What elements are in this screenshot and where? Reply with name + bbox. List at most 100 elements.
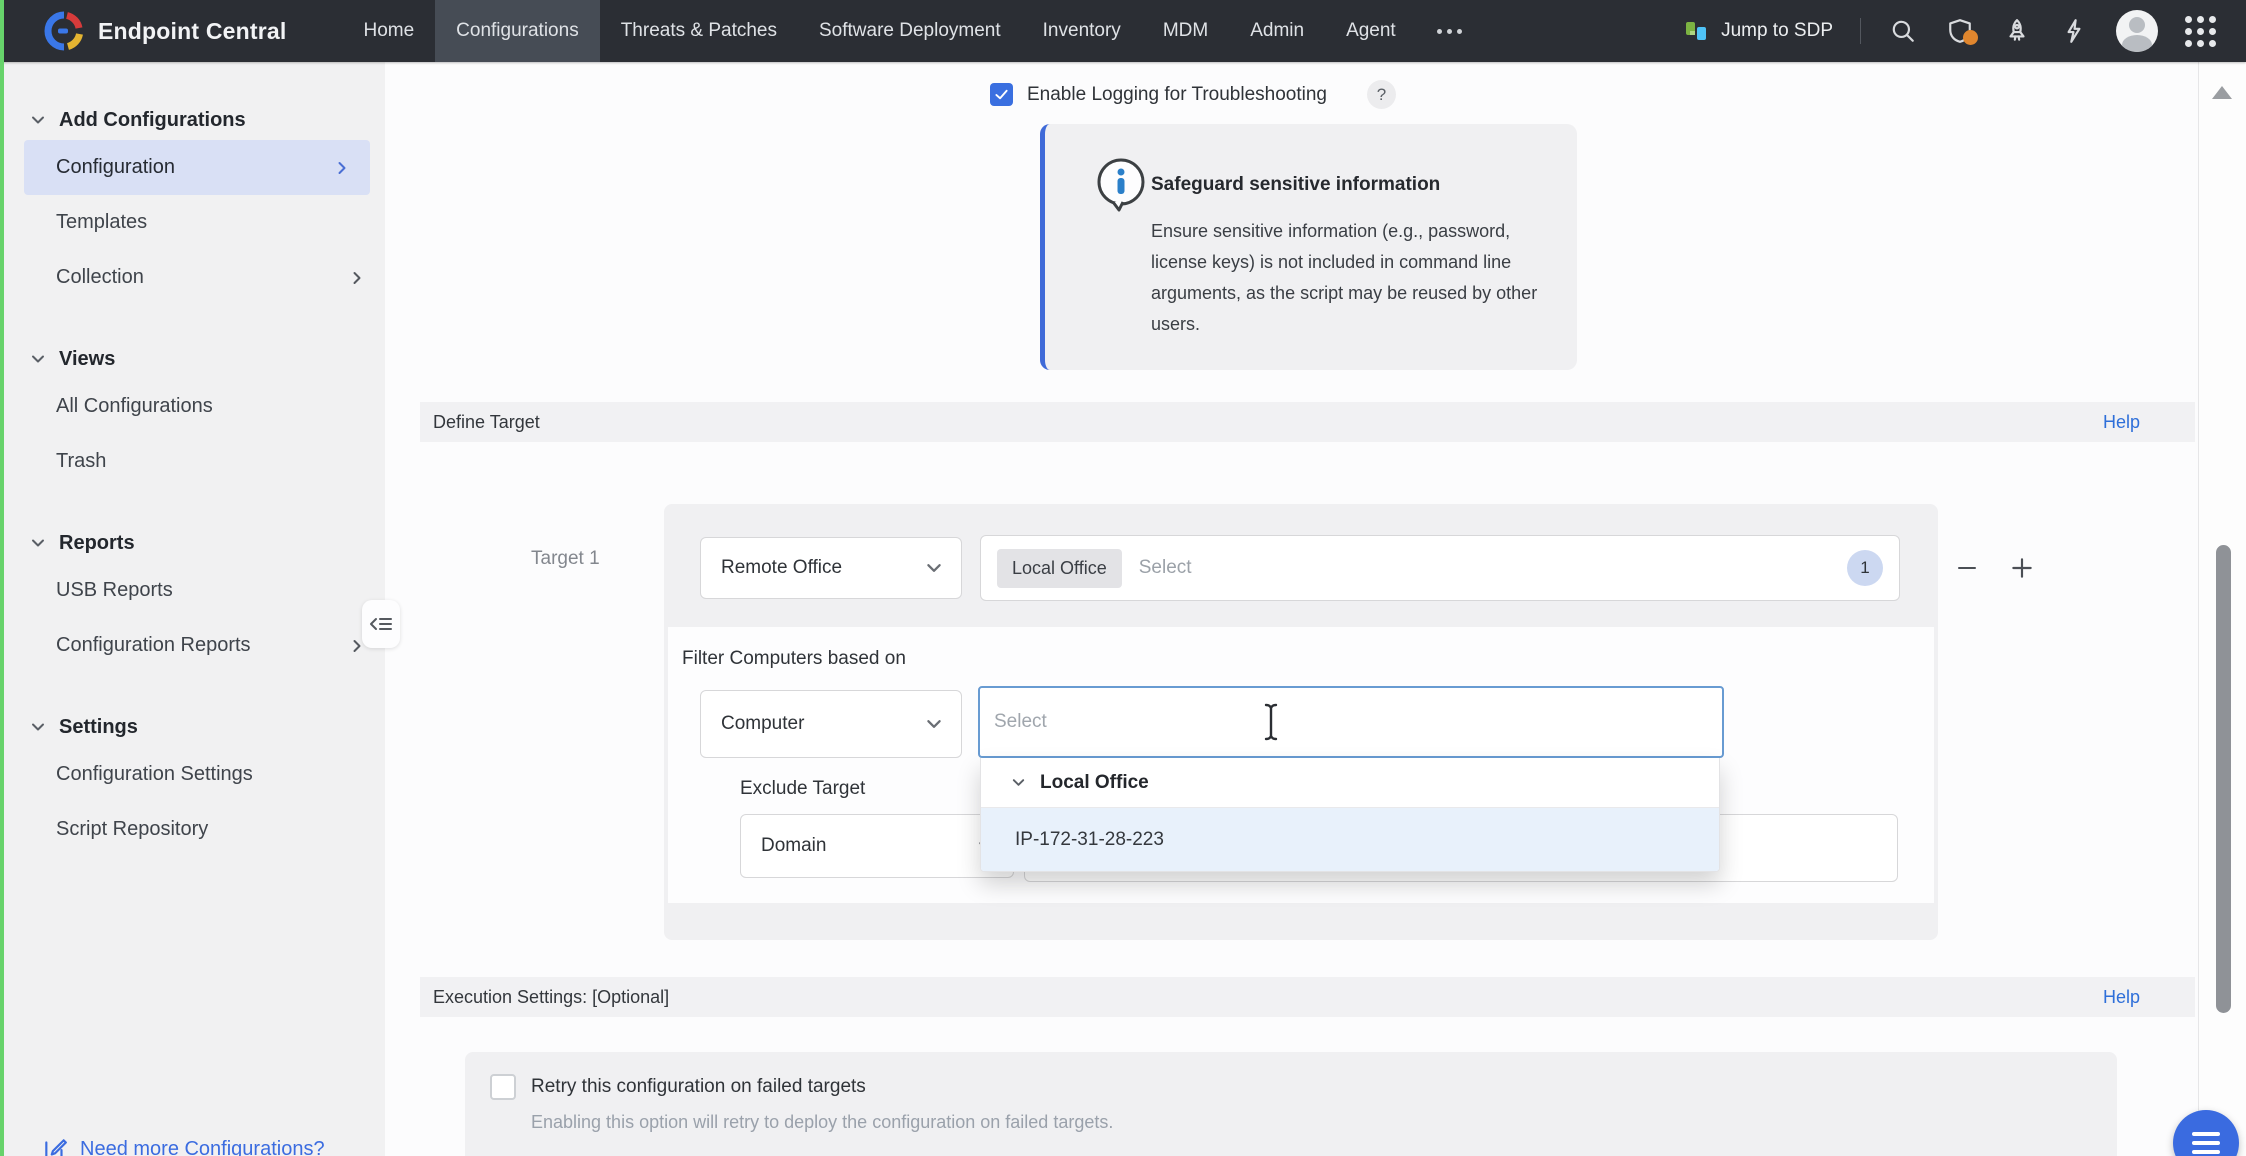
filter-type-dropdown[interactable]: Computer xyxy=(700,690,962,758)
sidebar-header-add-configurations[interactable]: Add Configurations xyxy=(4,100,385,140)
chevron-down-icon xyxy=(30,351,46,367)
nav-item-home[interactable]: Home xyxy=(342,0,435,62)
nav-item-mdm[interactable]: MDM xyxy=(1142,0,1229,62)
retry-checkbox[interactable] xyxy=(490,1074,516,1100)
exclude-type-dropdown[interactable]: Domain xyxy=(740,814,1014,878)
define-target-title: Define Target xyxy=(433,412,540,433)
execution-settings-help-link[interactable]: Help xyxy=(2103,987,2140,1008)
logging-option-row: Enable Logging for Troubleshooting ? xyxy=(990,80,1396,109)
endpoint-central-app: Endpoint Central Home Configurations Thr… xyxy=(0,0,2246,1156)
logging-label: Enable Logging for Troubleshooting xyxy=(1027,84,1327,106)
computer-select-field xyxy=(978,686,1724,758)
sidebar-item-templates[interactable]: Templates xyxy=(4,195,385,250)
define-target-help-link[interactable]: Help xyxy=(2103,412,2140,433)
brand[interactable]: Endpoint Central xyxy=(0,11,312,51)
sidebar-header-views[interactable]: Views xyxy=(4,339,385,379)
screen-share-border xyxy=(0,0,4,1156)
check-icon xyxy=(994,87,1009,102)
remove-target-button[interactable] xyxy=(1945,546,1989,590)
user-avatar[interactable] xyxy=(2116,10,2158,52)
text-cursor-icon xyxy=(1260,702,1282,742)
sidebar-item-collection[interactable]: Collection xyxy=(4,250,385,305)
sidebar-collapse-icon xyxy=(368,612,394,636)
info-bubble-icon xyxy=(1093,156,1149,214)
add-target-button[interactable] xyxy=(2000,546,2044,590)
nav-item-inventory[interactable]: Inventory xyxy=(1022,0,1142,62)
main-scrollbar[interactable] xyxy=(2198,62,2246,1156)
nav-item-agent[interactable]: Agent xyxy=(1325,0,1417,62)
nav-item-admin[interactable]: Admin xyxy=(1229,0,1325,62)
avatar-head xyxy=(2129,17,2145,33)
dropdown-group-local-office[interactable]: Local Office xyxy=(981,758,1719,808)
notification-dot xyxy=(1963,30,1978,45)
target-count-badge: 1 xyxy=(1847,550,1883,586)
need-more-configurations-link[interactable]: Need more Configurations? xyxy=(42,1136,325,1156)
chevron-down-icon xyxy=(30,112,46,128)
sidebar-header-reports[interactable]: Reports xyxy=(4,523,385,563)
sidebar-section-reports: Reports USB Reports Configuration Report… xyxy=(4,523,385,673)
jump-to-sdp-label: Jump to SDP xyxy=(1721,20,1833,42)
plus-icon xyxy=(2009,555,2035,581)
sidebar-item-configuration-reports[interactable]: Configuration Reports xyxy=(4,618,385,673)
target-type-dropdown[interactable]: Remote Office xyxy=(700,537,962,599)
rocket-icon[interactable] xyxy=(2002,16,2032,46)
nav-item-configurations[interactable]: Configurations xyxy=(435,0,600,62)
jump-to-sdp-icon xyxy=(1684,18,1710,44)
sidebar-section-add-configurations: Add Configurations Configuration Templat… xyxy=(4,100,385,305)
retry-option-card: Retry this configuration on failed targe… xyxy=(465,1052,2117,1156)
sidebar-header-settings[interactable]: Settings xyxy=(4,707,385,747)
chevron-down-icon xyxy=(925,559,943,577)
chat-menu-icon xyxy=(2192,1132,2220,1136)
sidebar-item-all-configurations[interactable]: All Configurations xyxy=(4,379,385,434)
nav-item-threats-patches[interactable]: Threats & Patches xyxy=(600,0,798,62)
info-card: Safeguard sensitive information Ensure s… xyxy=(1040,124,1577,370)
execution-settings-header: Execution Settings: [Optional] Help xyxy=(420,977,2195,1017)
apps-grid-icon[interactable] xyxy=(2185,16,2216,47)
define-target-header: Define Target Help xyxy=(420,402,2195,442)
sidebar-collapse-button[interactable] xyxy=(362,600,400,648)
local-office-tag[interactable]: Local Office xyxy=(997,549,1122,588)
sidebar-item-configuration[interactable]: Configuration xyxy=(24,140,370,195)
info-card-body: Ensure sensitive information (e.g., pass… xyxy=(1151,216,1551,340)
security-shield-icon[interactable] xyxy=(1945,16,1975,46)
target1-label: Target 1 xyxy=(531,548,600,570)
navbar-right-cluster: Jump to SDP xyxy=(1684,10,2246,52)
nav-item-software-deployment[interactable]: Software Deployment xyxy=(798,0,1022,62)
sidebar-item-script-repository[interactable]: Script Repository xyxy=(4,802,385,857)
chevron-right-icon xyxy=(334,160,350,176)
sidebar-item-usb-reports[interactable]: USB Reports xyxy=(4,563,385,618)
main-nav: Home Configurations Threats & Patches So… xyxy=(342,0,1481,62)
scroll-up-icon[interactable] xyxy=(2212,86,2232,99)
bolt-icon[interactable] xyxy=(2059,16,2089,46)
logging-checkbox[interactable] xyxy=(990,83,1013,106)
sidebar-item-configuration-settings[interactable]: Configuration Settings xyxy=(4,747,385,802)
search-icon[interactable] xyxy=(1888,16,1918,46)
remote-office-select[interactable]: Local Office Select 1 xyxy=(980,535,1900,601)
edit-icon xyxy=(42,1136,68,1156)
retry-label: Retry this configuration on failed targe… xyxy=(531,1076,866,1098)
minus-icon xyxy=(1955,556,1979,580)
scope-select-placeholder: Select xyxy=(1139,557,1192,579)
chevron-down-icon xyxy=(30,719,46,735)
nav-divider xyxy=(1860,18,1861,44)
scrollbar-thumb[interactable] xyxy=(2216,545,2231,1013)
main-content: Enable Logging for Troubleshooting ? Saf… xyxy=(385,62,2246,1156)
top-navbar: Endpoint Central Home Configurations Thr… xyxy=(0,0,2246,62)
chevron-down-icon xyxy=(925,715,943,733)
filter-computers-label: Filter Computers based on xyxy=(682,648,906,670)
info-card-title: Safeguard sensitive information xyxy=(1151,174,1440,196)
dropdown-option-ip[interactable]: IP-172-31-28-223 xyxy=(981,808,1719,871)
chevron-down-icon xyxy=(1011,775,1026,790)
target-card: Remote Office Local Office Select 1 Filt… xyxy=(664,504,1938,940)
avatar-body xyxy=(2122,35,2152,52)
app-title: Endpoint Central xyxy=(98,18,286,45)
logging-help-icon[interactable]: ? xyxy=(1367,80,1396,109)
select-dropdown-panel: Local Office IP-172-31-28-223 xyxy=(980,758,1720,872)
sidebar-item-trash[interactable]: Trash xyxy=(4,434,385,489)
jump-to-sdp-button[interactable]: Jump to SDP xyxy=(1684,18,1833,44)
nav-more-icon[interactable] xyxy=(1417,0,1482,62)
retry-description: Enabling this option will retry to deplo… xyxy=(531,1112,1113,1133)
computer-select-input[interactable] xyxy=(994,711,1708,733)
chevron-right-icon xyxy=(349,270,365,286)
endpoint-central-logo-icon xyxy=(44,11,84,51)
